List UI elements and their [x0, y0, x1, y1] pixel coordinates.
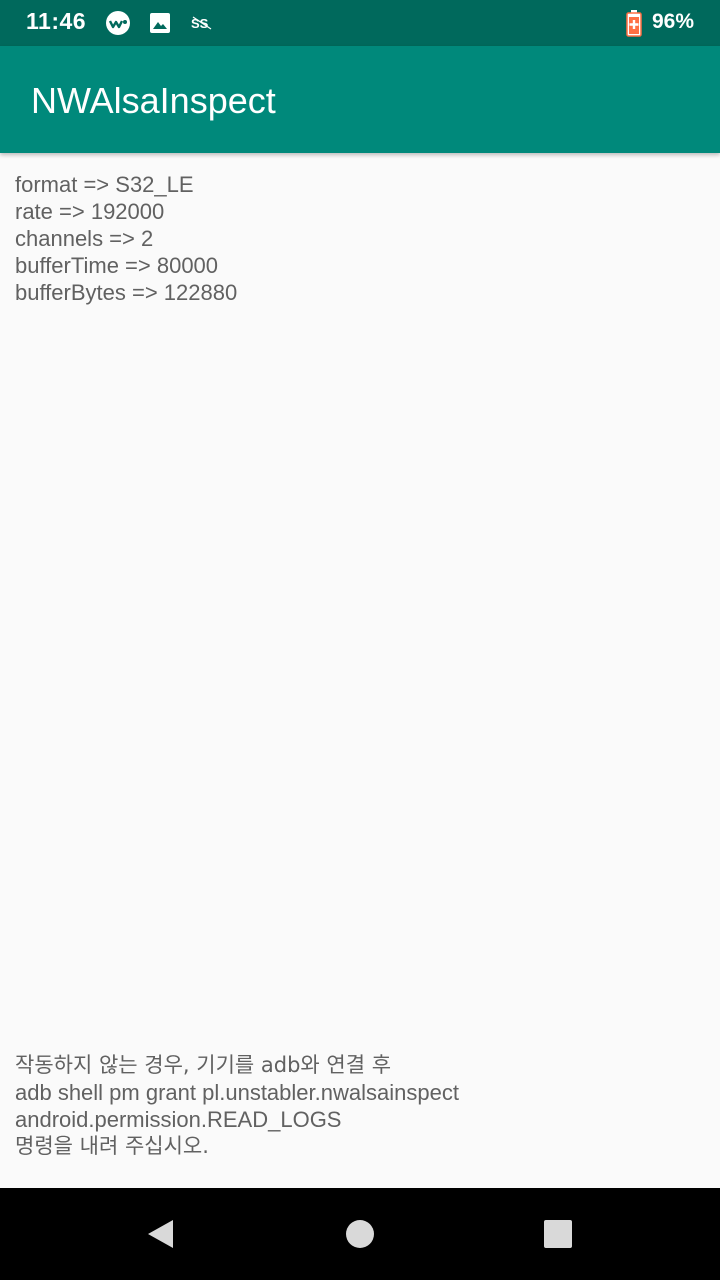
back-icon[interactable] [130, 1204, 190, 1264]
weather-icon [104, 10, 132, 36]
info-format: format => S32_LE [15, 172, 194, 197]
screen: 11:46 SS 96% NWAlsaInspect format => S32… [0, 0, 720, 1280]
info-rate: rate => 192000 [15, 199, 165, 224]
app-bar: NWAlsaInspect [0, 46, 720, 153]
notice-line-3: android.permission.READ_LOGS [15, 1107, 342, 1132]
audio-info-list: format => S32_LE rate => 192000 channels… [15, 171, 237, 306]
image-icon [148, 10, 172, 36]
svg-text:SS: SS [191, 16, 209, 31]
notice-line-2: adb shell pm grant pl.unstabler.nwalsain… [15, 1080, 459, 1105]
app-title: NWAlsaInspect [31, 80, 276, 121]
notice-line-1: 작동하지 않는 경우, 기기를 adb와 연결 후 [15, 1053, 392, 1077]
status-time: 11:46 [26, 8, 87, 34]
notice-line-4: 명령을 내려 주십시오. [15, 1134, 209, 1158]
permission-notice: 작동하지 않는 경우, 기기를 adb와 연결 후 adb shell pm g… [15, 1052, 459, 1160]
battery-icon [624, 10, 644, 37]
navigation-bar [0, 1188, 720, 1280]
battery-percent: 96% [651, 10, 694, 33]
status-bar: 11:46 SS 96% [0, 0, 720, 46]
recents-icon[interactable] [528, 1204, 588, 1264]
info-buffer-bytes: bufferBytes => 122880 [15, 280, 238, 305]
home-icon[interactable] [330, 1204, 390, 1264]
sync-icon: SS [190, 10, 216, 36]
info-buffer-time: bufferTime => 80000 [15, 253, 219, 278]
info-channels: channels => 2 [15, 226, 154, 251]
